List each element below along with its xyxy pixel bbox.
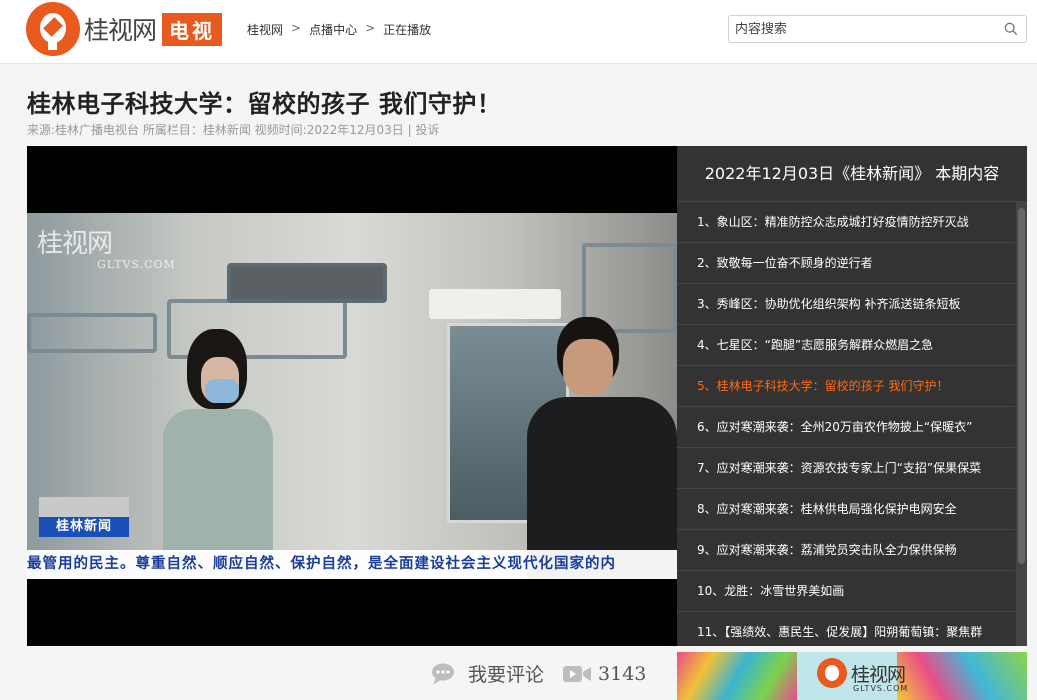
view-count: 3143: [598, 662, 647, 685]
video-title: 桂林电子科技大学：留校的孩子 我们守护！: [27, 90, 502, 118]
playlist-item[interactable]: 9、应对寒潮来袭：荔浦党员突击队全力保供保畅: [677, 530, 1015, 571]
breadcrumb-item-current: 正在播放: [383, 23, 432, 37]
logo-badge: 电视: [162, 12, 223, 46]
logo-text: 桂视网: [84, 16, 157, 45]
video-person: [153, 329, 283, 579]
comment-icon[interactable]: [430, 662, 458, 686]
playlist-heading: 2022年12月03日《桂林新闻》 本期内容: [677, 146, 1027, 202]
site-logo[interactable]: 桂视网 电视: [26, 2, 223, 56]
playlist-item[interactable]: 7、应对寒潮来袭：资源农技专家上门“支招”保果保菜: [677, 448, 1015, 489]
banner-url: GLTVS.COM: [853, 684, 909, 693]
playlist-item[interactable]: 1、象山区：精准防控众志成城打好疫情防控歼灭战: [677, 202, 1015, 243]
playlist-item-active[interactable]: 5、桂林电子科技大学：留校的孩子 我们守护！: [677, 366, 1015, 407]
comment-button[interactable]: 我要评论: [468, 660, 544, 687]
scrollbar-thumb[interactable]: [1018, 208, 1025, 564]
video-watermark: 桂视网 GLTVS.COM: [37, 229, 176, 271]
breadcrumb: 桂视网 > 点播中心 > 正在播放: [247, 21, 431, 38]
search-icon[interactable]: [1004, 22, 1018, 36]
program-logo: 桂林新闻: [39, 497, 129, 537]
top-header: 桂视网 电视 桂视网 > 点播中心 > 正在播放: [0, 0, 1037, 64]
banner-name: 桂视网: [851, 663, 906, 686]
logo-mark-icon: [26, 2, 80, 56]
playlist-item[interactable]: 3、秀峰区：协助优化组织架构 补齐派送链条短板: [677, 284, 1015, 325]
breadcrumb-separator: >: [291, 21, 302, 35]
playlist-item[interactable]: 4、七星区：“跑腿”志愿服务解群众燃眉之急: [677, 325, 1015, 366]
video-person: [527, 317, 677, 579]
playlist-scrollbar[interactable]: [1016, 202, 1027, 646]
promo-banner[interactable]: 桂视网 GLTVS.COM: [677, 652, 1027, 700]
episode-playlist: 2022年12月03日《桂林新闻》 本期内容 1、象山区：精准防控众志成城打好疫…: [677, 146, 1027, 646]
playlist-item[interactable]: 8、应对寒潮来袭：桂林供电局强化保护电网安全: [677, 489, 1015, 530]
video-camera-icon: [563, 665, 592, 682]
playlist-item[interactable]: 6、应对寒潮来袭：全州20万亩农作物披上“保暖衣”: [677, 407, 1015, 448]
playlist-item[interactable]: 11、【强绩效、惠民生、促发展】阳朔葡萄镇：聚焦群: [677, 612, 1015, 646]
video-player[interactable]: 桂视网 GLTVS.COM 桂林新闻 最管用的民主。尊重自然、顺应自然、保护自然…: [27, 146, 677, 646]
breadcrumb-separator: >: [365, 21, 376, 35]
video-frame: 桂视网 GLTVS.COM 桂林新闻 最管用的民主。尊重自然、顺应自然、保护自然…: [27, 213, 677, 579]
playlist-item[interactable]: 10、龙胜：冰雪世界美如画: [677, 571, 1015, 612]
search-input[interactable]: [735, 20, 995, 38]
playlist-item[interactable]: 2、致敬每一位奋不顾身的逆行者: [677, 243, 1015, 284]
breadcrumb-item-home[interactable]: 桂视网: [247, 21, 283, 38]
news-ticker: 最管用的民主。尊重自然、顺应自然、保护自然，是全面建设社会主义现代化国家的内: [27, 550, 677, 579]
video-meta: 来源:桂林广播电视台 所属栏目：桂林新闻 视频时间:2022年12月03日 | …: [27, 123, 440, 137]
video-actions: 我要评论 3143: [430, 660, 646, 687]
search-box: [728, 15, 1027, 43]
breadcrumb-item-vod[interactable]: 点播中心: [309, 21, 357, 38]
playlist-items: 1、象山区：精准防控众志成城打好疫情防控歼灭战 2、致敬每一位奋不顾身的逆行者 …: [677, 202, 1015, 646]
logo-mark-icon: [817, 658, 847, 688]
